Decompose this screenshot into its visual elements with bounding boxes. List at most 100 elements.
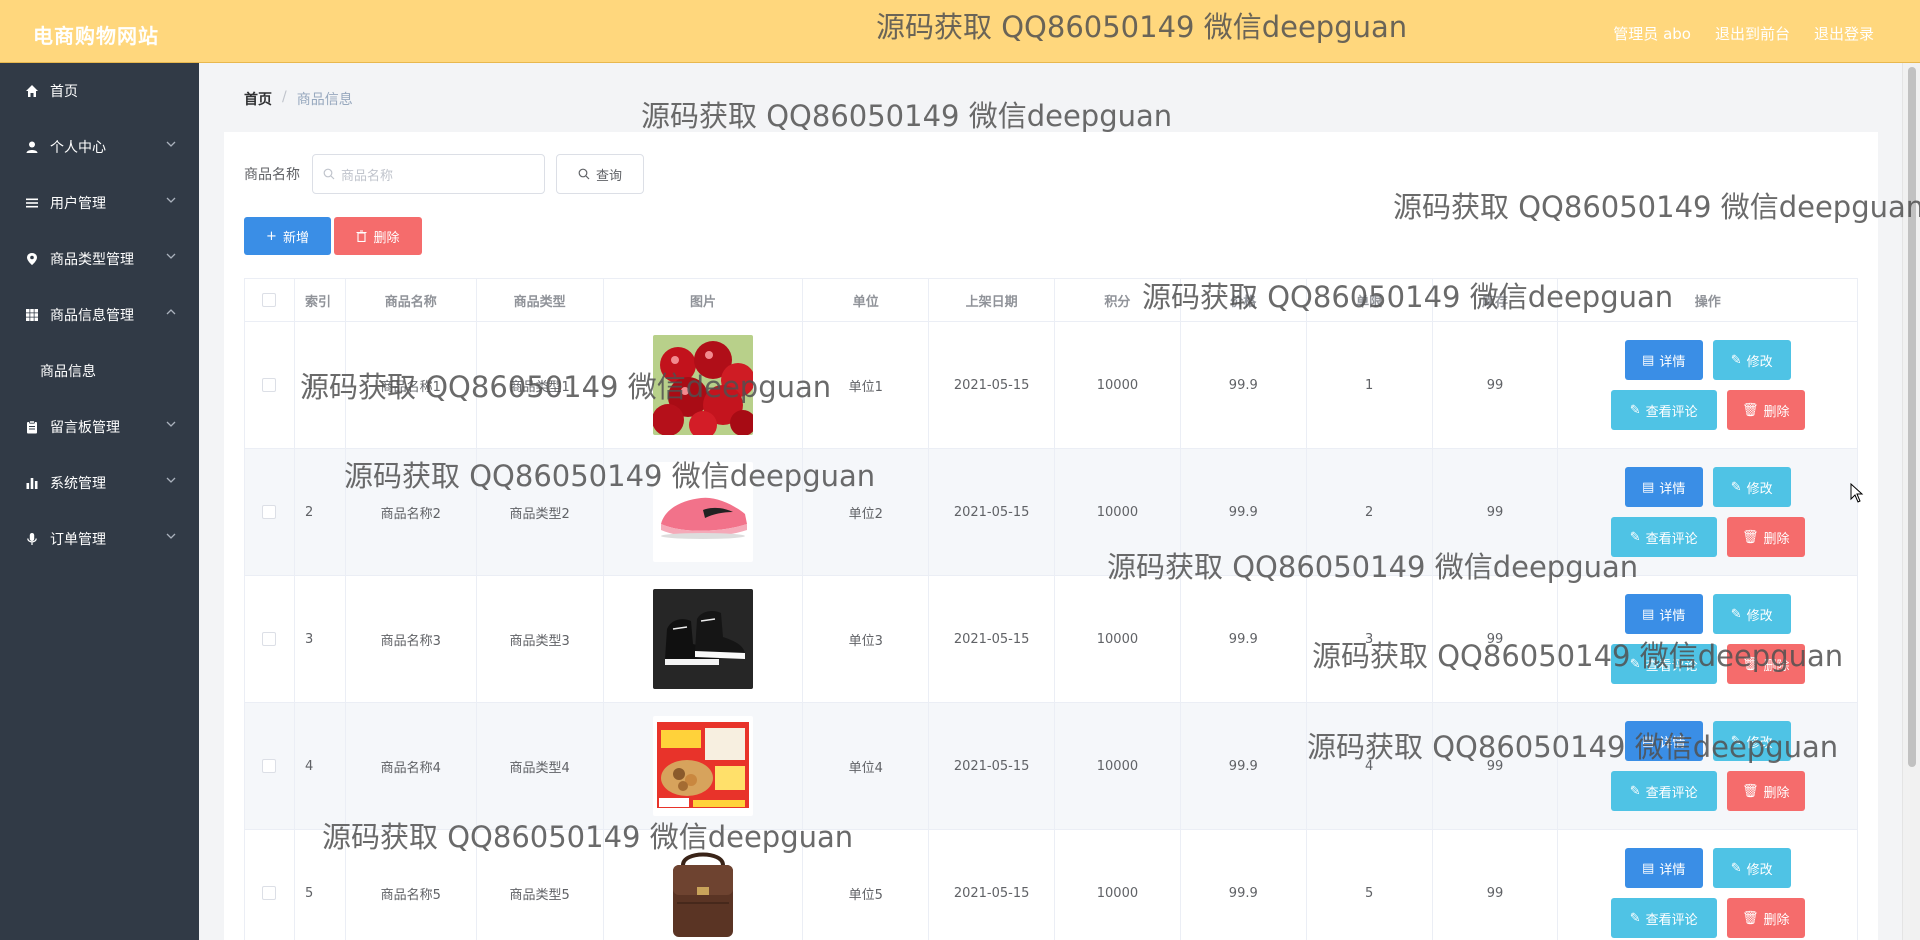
chevron-down-icon [166,421,176,427]
row-checkbox[interactable] [262,505,277,519]
delete-row-button[interactable]: 🗑 删除 [1726,771,1805,811]
sidebar-item-message-board[interactable]: 留言板管理 [0,399,199,455]
cell-price: 99.9 [1181,576,1307,702]
review-label: 查看评论 [1645,912,1698,928]
sidebar-item-orders[interactable]: 订单管理 [0,511,199,567]
header-links: 管理员 abo 退出到前台 退出登录 [1613,23,1874,44]
review-label: 查看评论 [1645,785,1698,801]
header-type: 商品类型 [477,279,604,321]
bar-chart-icon [24,475,40,491]
edit-label: 修改 [1746,862,1773,878]
view-reviews-button[interactable]: ✎ 查看评论 [1610,390,1717,430]
edit-button[interactable]: ✎ 修改 [1712,467,1791,507]
sidebar-item-system[interactable]: 系统管理 [0,455,199,511]
detail-button[interactable]: ▤ 详情 [1624,467,1703,507]
breadcrumb-current: 商品信息 [296,92,353,108]
cell-date: 2021-05-15 [929,703,1056,829]
table-row: 4 商品名称4 商品类型4 单位4 2021-05-15 10000 99.9 … [245,703,1857,830]
edit-button[interactable]: ✎ 修改 [1712,340,1791,380]
sidebar-item-home[interactable]: 首页 [0,63,199,119]
delete-label: 删除 [1763,912,1790,928]
edit-button[interactable]: ✎ 修改 [1712,848,1791,888]
exit-to-front-link[interactable]: 退出到前台 [1715,23,1790,44]
edit-button[interactable]: ✎ 修改 [1712,594,1791,634]
chevron-down-icon [166,477,176,483]
scrollbar-thumb[interactable] [1908,67,1916,767]
cell-index: 4 [295,703,346,829]
detail-button[interactable]: ▤ 详情 [1624,340,1703,380]
row-checkbox[interactable] [262,759,277,773]
cell-index: 2 [295,449,346,575]
header-index: 索引 [295,279,346,321]
batch-delete-button[interactable]: 删除 [334,217,422,255]
user-icon [24,139,40,155]
snack-box-image [652,716,753,816]
view-reviews-button[interactable]: ✎ 查看评论 [1610,771,1717,811]
sidebar-item-label: 用户管理 [50,196,106,212]
cell-image [604,703,804,829]
cell-price: 99.9 [1181,703,1307,829]
trash-icon: 🗑 [1741,783,1759,799]
watermark: 源码获取 QQ86050149 微信deepguan [1393,190,1920,224]
sidebar-subitem-product-info[interactable]: 商品信息 [0,343,199,399]
watermark: 源码获取 QQ86050149 微信deepguan [344,459,876,493]
detail-button[interactable]: ▤ 详情 [1624,848,1703,888]
sidebar-item-personal[interactable]: 个人中心 [0,119,199,175]
edit-label: 修改 [1746,481,1773,497]
view-reviews-button[interactable]: ✎ 查看评论 [1610,898,1717,938]
sidebar-item-label: 商品信息管理 [50,308,134,324]
cell-points: 10000 [1055,703,1181,829]
logout-link[interactable]: 退出登录 [1814,23,1874,44]
chevron-down-icon [166,533,176,539]
row-checkbox[interactable] [262,886,277,900]
cell-index: 3 [295,576,346,702]
sidebar-item-product-types[interactable]: 商品类型管理 [0,231,199,287]
delete-row-button[interactable]: 🗑 删除 [1726,390,1805,430]
plus-icon: + [266,228,277,244]
microphone-icon [24,531,40,547]
cell-points: 10000 [1055,322,1181,448]
sidebar-item-users[interactable]: 用户管理 [0,175,199,231]
row-checkbox[interactable] [262,378,277,392]
cell-single-limit: 4 [1307,703,1433,829]
document-icon: ▤ [1642,352,1655,368]
pencil-icon: ✎ [1730,479,1742,495]
trash-icon: 🗑 [1741,910,1759,926]
location-icon [24,251,40,267]
cell-ops: ▤ 详情 ✎ 修改 ✎ 查看评论 🗑 删除 [1558,703,1857,829]
cell-name: 商品名称3 [346,576,477,702]
delete-label: 删除 [1763,404,1790,420]
breadcrumb-separator: / [282,89,287,105]
select-all-checkbox[interactable] [262,293,277,307]
pencil-icon: ✎ [1730,860,1742,876]
sidebar-item-label: 个人中心 [50,140,106,156]
delete-row-button[interactable]: 🗑 删除 [1726,517,1805,557]
cell-ops: ▤ 详情 ✎ 修改 ✎ 查看评论 🗑 删除 [1558,322,1857,448]
sidebar-item-product-info[interactable]: 商品信息管理 [0,287,199,343]
review-label: 查看评论 [1645,404,1698,420]
detail-label: 详情 [1659,608,1686,624]
chevron-down-icon [166,253,176,259]
row-checkbox-cell [245,576,295,702]
cell-price: 99.9 [1181,830,1307,940]
chevron-up-icon [166,309,176,315]
cell-stock: 99 [1433,830,1559,940]
header-unit: 单位 [803,279,930,321]
site-brand[interactable]: 电商购物网站 [33,20,159,49]
add-button[interactable]: + 新增 [244,217,331,255]
cell-unit: 单位4 [803,703,930,829]
row-checkbox[interactable] [262,632,277,646]
pencil-icon: ✎ [1629,783,1641,799]
cell-points: 10000 [1055,576,1181,702]
add-button-label: 新增 [282,230,309,246]
pencil-icon: ✎ [1730,606,1742,622]
breadcrumb-home[interactable]: 首页 [244,89,272,109]
header-name: 商品名称 [346,279,477,321]
watermark: 源码获取 QQ86050149 微信deepguan [1312,639,1844,673]
search-input[interactable]: 商品名称 [312,154,545,194]
delete-row-button[interactable]: 🗑 删除 [1726,898,1805,938]
detail-button[interactable]: ▤ 详情 [1624,594,1703,634]
watermark: 源码获取 QQ86050149 微信deepguan [300,370,832,404]
query-button[interactable]: 查询 [556,154,644,194]
cell-stock: 99 [1433,703,1559,829]
